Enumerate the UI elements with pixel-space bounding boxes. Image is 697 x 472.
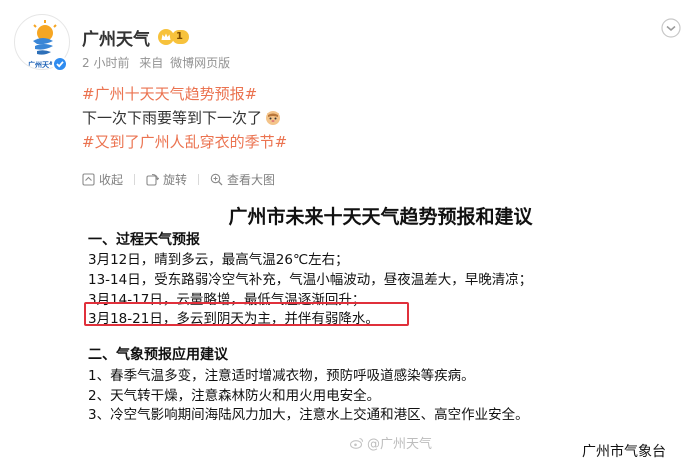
topic-link[interactable]: #广州十天天气趋势预报# (82, 85, 257, 103)
chevron-down-icon[interactable] (661, 18, 681, 38)
watermark: @广州天气 (350, 433, 432, 452)
member-badge[interactable]: 1 (158, 29, 189, 45)
divider (134, 174, 136, 185)
topic-link[interactable]: #又到了广州人乱穿衣的季节# (82, 133, 287, 151)
forecast-line: 3月12日，晴到多云，最高气温26℃左右； (88, 252, 349, 268)
watermark-text: @广州天气 (367, 437, 433, 452)
view-large-label: 查看大图 (227, 173, 276, 187)
name-row: 广州天气 1 (82, 25, 189, 50)
advice-line: 2、天气转干燥，注意森林防火和用火用电安全。 (88, 388, 381, 404)
highlight-box (84, 302, 409, 326)
forecast-title: 广州市未来十天天气趋势预报和建议 (228, 206, 533, 228)
post-image[interactable]: 广州市未来十天天气趋势预报和建议 一、过程天气预报 3月12日，晴到多云，最高气… (82, 196, 679, 472)
magnify-icon (210, 173, 223, 186)
post-source: 微博网页版 (170, 56, 231, 70)
collapse-button[interactable]: 收起 (82, 171, 123, 188)
rotate-label: 旋转 (163, 173, 188, 187)
rotate-button[interactable]: 旋转 (146, 171, 187, 188)
weibo-post: 广州天气 广州天气 1 2 小时前 来自 微博网页版 #广州十天天气趋势预报# … (0, 0, 697, 472)
rotate-icon (146, 173, 160, 186)
image-toolbar: 收起 旋转 查看大图 (82, 171, 275, 188)
verified-icon (52, 56, 68, 72)
collapse-label: 收起 (99, 173, 124, 187)
view-large-button[interactable]: 查看大图 (210, 171, 275, 188)
source-prefix: 来自 (139, 56, 164, 70)
forecast-line: 13-14日，受东路弱冷空气补充，气温小幅波动，昼夜温差大，早晚清凉； (88, 272, 533, 288)
weibo-logo-icon (350, 437, 364, 449)
post-sentence: 下一次下雨要等到下一次了 (82, 109, 263, 127)
section2-heading: 二、气象预报应用建议 (88, 347, 228, 363)
collapse-icon (82, 173, 95, 186)
issuer-signature: 广州市气象台 (582, 444, 666, 460)
cat-emoji-icon (266, 111, 281, 125)
post-meta: 2 小时前 来自 微博网页版 (82, 54, 236, 71)
divider (198, 174, 200, 185)
member-level: 1 (172, 30, 189, 44)
username[interactable]: 广州天气 (82, 25, 150, 50)
post-text: #广州十天天气趋势预报# 下一次下雨要等到下一次了 #又到了广州人乱穿衣的季节# (82, 82, 287, 154)
advice-line: 1、春季气温多变，注意适时增减衣物，预防呼吸道感染等疾病。 (88, 368, 475, 384)
section1-heading: 一、过程天气预报 (88, 232, 200, 248)
advice-line: 3、冷空气影响期间海陆风力加大，注意水上交通和港区、高空作业安全。 (88, 407, 529, 423)
post-time[interactable]: 2 小时前 (82, 56, 129, 70)
